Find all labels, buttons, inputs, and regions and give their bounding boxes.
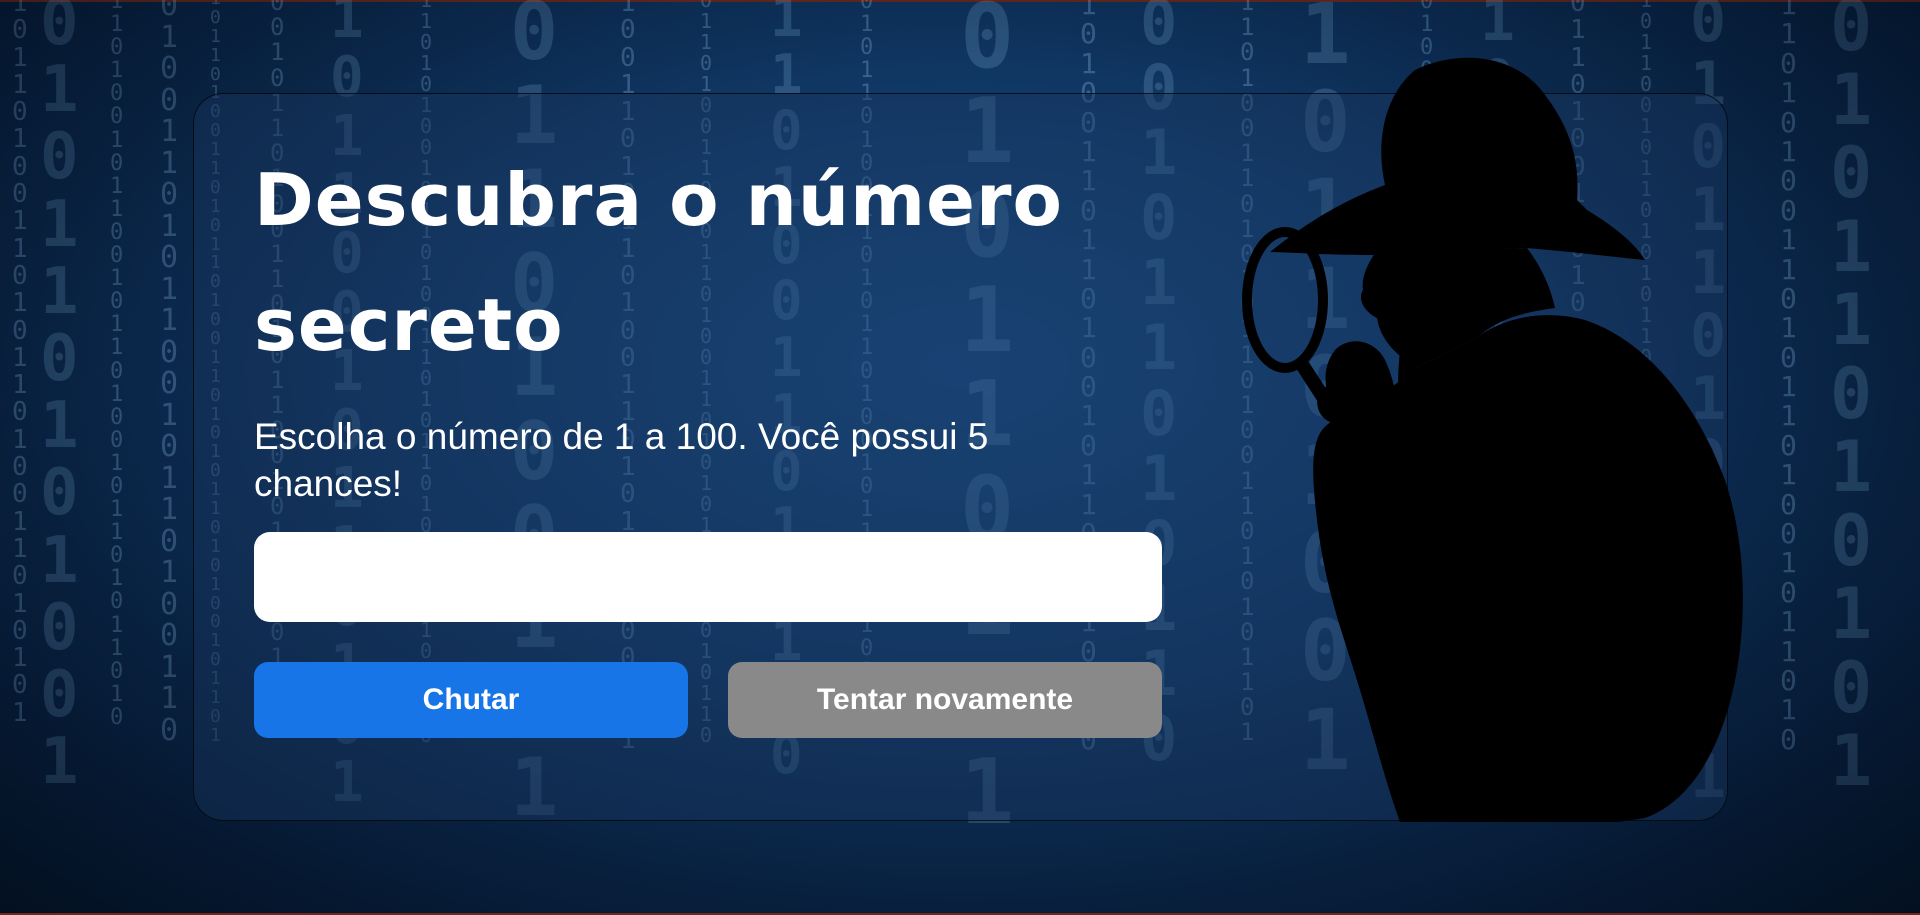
- game-instructions: Escolha o número de 1 a 100. Você possui…: [254, 416, 989, 504]
- game-content: Descubra o número secreto Escolha o núme…: [254, 154, 1164, 738]
- page-title: Descubra o número secreto: [254, 158, 1063, 367]
- guess-button[interactable]: Chutar: [254, 662, 688, 738]
- detective-silhouette-icon: [1242, 57, 1743, 822]
- button-row: Chutar Tentar novamente: [254, 662, 1162, 738]
- guess-input[interactable]: [254, 532, 1162, 622]
- restart-button[interactable]: Tentar novamente: [728, 662, 1162, 738]
